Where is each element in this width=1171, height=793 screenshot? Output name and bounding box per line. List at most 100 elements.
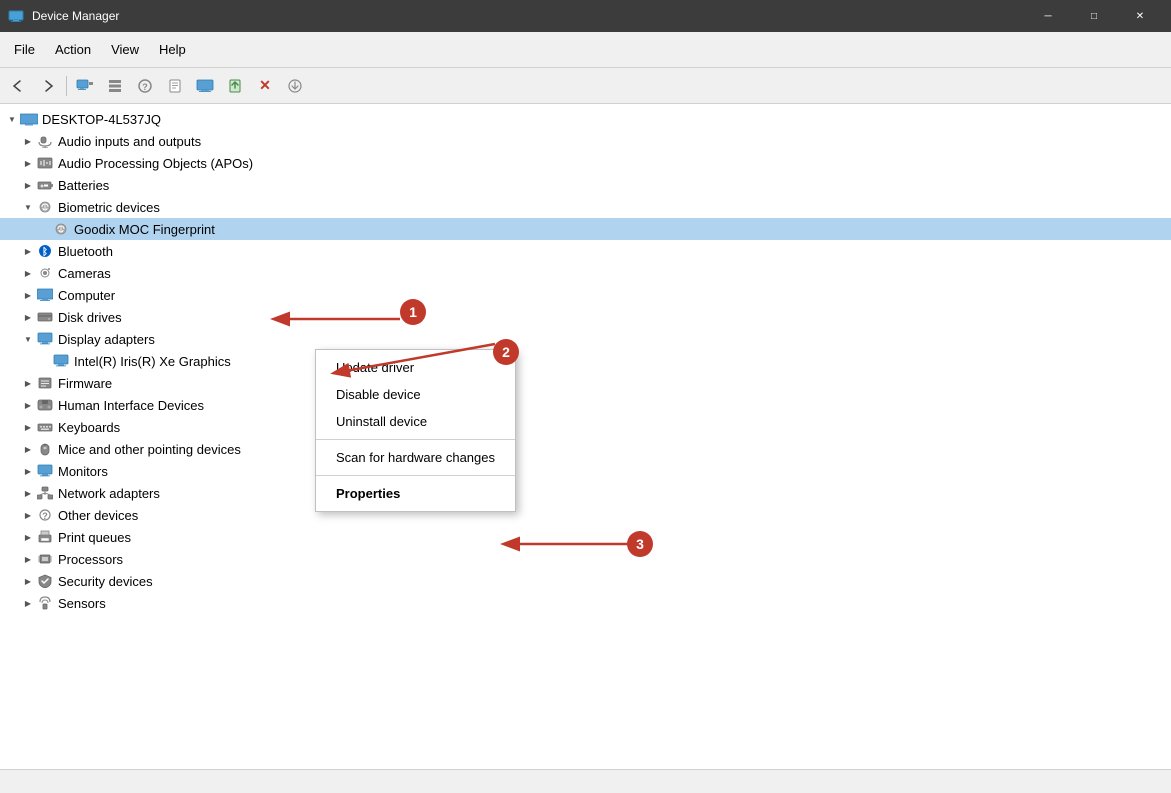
tree-item-biometric[interactable]: ▼ Biometric devices [0, 196, 1171, 218]
monitors-label: Monitors [58, 464, 108, 479]
properties-sheet-button[interactable] [161, 72, 189, 100]
mice-label: Mice and other pointing devices [58, 442, 241, 457]
intel-label: Intel(R) Iris(R) Xe Graphics [74, 354, 231, 369]
close-button[interactable]: ✕ [1117, 0, 1163, 32]
svg-text:?: ? [142, 82, 148, 92]
toolbar: ? ✕ [0, 68, 1171, 104]
mice-icon [36, 440, 54, 458]
tree-item-hid[interactable]: ▶ Human Interface Devices [0, 394, 1171, 416]
sensors-toggle[interactable]: ▶ [20, 595, 36, 611]
apo-toggle[interactable]: ▶ [20, 155, 36, 171]
minimize-button[interactable]: ─ [1025, 0, 1071, 32]
audio-inputs-label: Audio inputs and outputs [58, 134, 201, 149]
ctx-update-driver[interactable]: Update driver [316, 354, 515, 381]
help-button[interactable]: ? [131, 72, 159, 100]
security-icon [36, 572, 54, 590]
tree-item-network[interactable]: ▶ Network adapters [0, 482, 1171, 504]
ctx-sep-1 [316, 439, 515, 440]
window-controls: ─ □ ✕ [1025, 0, 1163, 32]
other-toggle[interactable]: ▶ [20, 507, 36, 523]
tree-item-mice[interactable]: ▶ Mice and other pointing devices [0, 438, 1171, 460]
tree-item-fingerprint[interactable]: Goodix MOC Fingerprint [0, 218, 1171, 240]
fingerprint-icon [52, 220, 70, 238]
menu-view[interactable]: View [101, 38, 149, 61]
biometric-toggle[interactable]: ▼ [20, 199, 36, 215]
monitors-icon [36, 462, 54, 480]
tree-item-intel-graphics[interactable]: Intel(R) Iris(R) Xe Graphics [0, 350, 1171, 372]
list-button[interactable] [101, 72, 129, 100]
back-button[interactable] [4, 72, 32, 100]
tree-item-other[interactable]: ▶ ? Other devices [0, 504, 1171, 526]
display-toggle[interactable]: ▼ [20, 331, 36, 347]
window-title: Device Manager [32, 9, 1025, 23]
computer-toggle[interactable]: ▶ [20, 287, 36, 303]
tree-item-security[interactable]: ▶ Security devices [0, 570, 1171, 592]
menu-help[interactable]: Help [149, 38, 196, 61]
ctx-properties[interactable]: Properties [316, 480, 515, 507]
network-toggle[interactable]: ▶ [20, 485, 36, 501]
computer-icon [36, 286, 54, 304]
batteries-toggle[interactable]: ▶ [20, 177, 36, 193]
update-driver-button[interactable] [221, 72, 249, 100]
security-toggle[interactable]: ▶ [20, 573, 36, 589]
cameras-toggle[interactable]: ▶ [20, 265, 36, 281]
keyboards-icon [36, 418, 54, 436]
disk-label: Disk drives [58, 310, 122, 325]
tree-item-audio-inputs[interactable]: ▶ Audio inputs and outputs [0, 130, 1171, 152]
hid-toggle[interactable]: ▶ [20, 397, 36, 413]
context-menu: Update driver Disable device Uninstall d… [315, 349, 516, 512]
monitors-toggle[interactable]: ▶ [20, 463, 36, 479]
network-label: Network adapters [58, 486, 160, 501]
download-button[interactable] [281, 72, 309, 100]
print-toggle[interactable]: ▶ [20, 529, 36, 545]
firmware-toggle[interactable]: ▶ [20, 375, 36, 391]
tree-item-computer[interactable]: ▶ Computer [0, 284, 1171, 306]
tree-item-disk[interactable]: ▶ Disk drives [0, 306, 1171, 328]
computer-button[interactable] [191, 72, 219, 100]
menu-action[interactable]: Action [45, 38, 101, 61]
forward-button[interactable] [34, 72, 62, 100]
menu-file[interactable]: File [4, 38, 45, 61]
tree-root[interactable]: ▼ DESKTOP-4L537JQ [0, 108, 1171, 130]
tree-item-sensors[interactable]: ▶ Sensors [0, 592, 1171, 614]
cameras-icon [36, 264, 54, 282]
tree-item-monitors[interactable]: ▶ Monitors [0, 460, 1171, 482]
disk-toggle[interactable]: ▶ [20, 309, 36, 325]
red-x-button[interactable]: ✕ [251, 72, 279, 100]
mice-toggle[interactable]: ▶ [20, 441, 36, 457]
device-manager-button[interactable] [71, 72, 99, 100]
processors-toggle[interactable]: ▶ [20, 551, 36, 567]
tree-item-bluetooth[interactable]: ▶ ᛒ Bluetooth [0, 240, 1171, 262]
maximize-button[interactable]: □ [1071, 0, 1117, 32]
svg-text:?: ? [42, 511, 48, 521]
tree-item-print[interactable]: ▶ Print queues [0, 526, 1171, 548]
keyboards-toggle[interactable]: ▶ [20, 419, 36, 435]
bluetooth-label: Bluetooth [58, 244, 113, 259]
display-icon [36, 330, 54, 348]
ctx-disable-device[interactable]: Disable device [316, 381, 515, 408]
tree-item-batteries[interactable]: ▶ Batteries [0, 174, 1171, 196]
ctx-uninstall-device[interactable]: Uninstall device [316, 408, 515, 435]
tree-item-firmware[interactable]: ▶ Firmware [0, 372, 1171, 394]
root-toggle[interactable]: ▼ [4, 111, 20, 127]
fingerprint-label: Goodix MOC Fingerprint [74, 222, 215, 237]
network-icon [36, 484, 54, 502]
processors-label: Processors [58, 552, 123, 567]
tree-item-apo[interactable]: ▶ Audio Processing Objects (APOs) [0, 152, 1171, 174]
main-content: ▼ DESKTOP-4L537JQ ▶ Audio inputs and [0, 104, 1171, 769]
ctx-scan-hardware[interactable]: Scan for hardware changes [316, 444, 515, 471]
tree-item-cameras[interactable]: ▶ Cameras [0, 262, 1171, 284]
computer-label: Computer [58, 288, 115, 303]
tree-item-display[interactable]: ▼ Display adapters [0, 328, 1171, 350]
tree-item-processors[interactable]: ▶ Processors [0, 548, 1171, 570]
bluetooth-toggle[interactable]: ▶ [20, 243, 36, 259]
root-label: DESKTOP-4L537JQ [42, 112, 161, 127]
root-icon [20, 110, 38, 128]
cameras-label: Cameras [58, 266, 111, 281]
security-label: Security devices [58, 574, 153, 589]
tree-item-keyboards[interactable]: ▶ Keyboards [0, 416, 1171, 438]
hid-label: Human Interface Devices [58, 398, 204, 413]
firmware-label: Firmware [58, 376, 112, 391]
audio-inputs-toggle[interactable]: ▶ [20, 133, 36, 149]
tree-panel[interactable]: ▼ DESKTOP-4L537JQ ▶ Audio inputs and [0, 104, 1171, 769]
